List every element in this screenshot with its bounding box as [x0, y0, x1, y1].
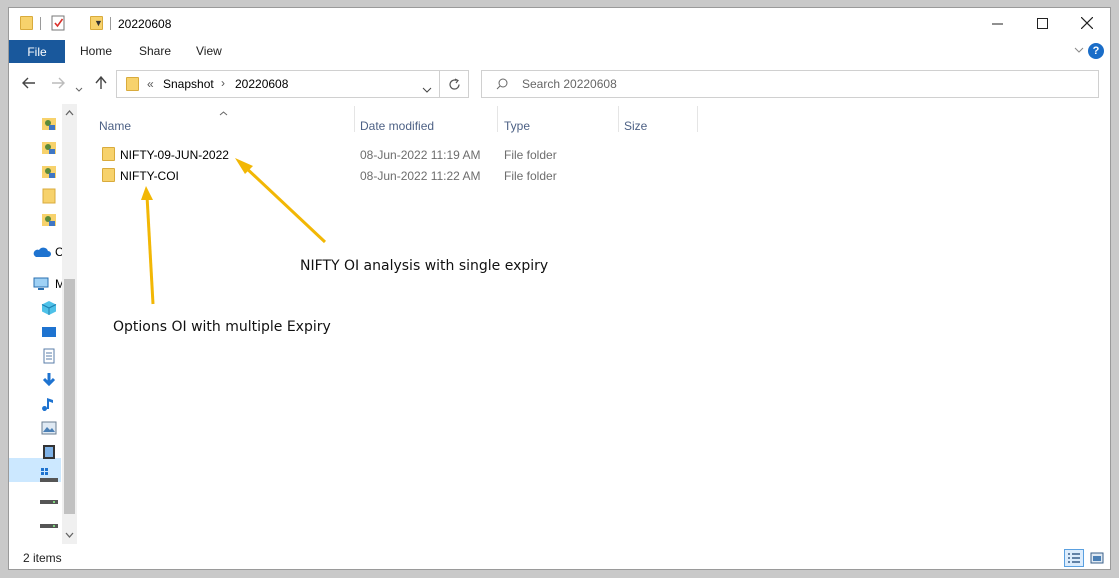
title-bar: ▼ 20220608: [9, 8, 1110, 40]
search-input[interactable]: Search 20220608: [522, 77, 617, 91]
folder-icon: [20, 16, 33, 30]
downloads-icon[interactable]: [41, 372, 57, 388]
item-count: 2 items: [23, 551, 62, 565]
file-list: Name Date modified Type Size NIFTY-09-JU…: [79, 104, 1109, 544]
drive-icon[interactable]: [39, 538, 59, 544]
title-separator: [40, 17, 41, 30]
properties-icon[interactable]: [51, 15, 66, 34]
tab-home[interactable]: Home: [80, 44, 112, 58]
file-type: File folder: [504, 169, 557, 183]
onedrive-icon[interactable]: [33, 244, 51, 260]
large-icons-view-button[interactable]: [1087, 549, 1107, 567]
3d-objects-icon[interactable]: [41, 300, 57, 316]
videos-icon[interactable]: [41, 444, 57, 460]
local-disk-icon[interactable]: [39, 468, 59, 484]
column-divider[interactable]: [497, 106, 498, 132]
pinned-folder-icon[interactable]: [41, 116, 57, 132]
address-dropdown-icon[interactable]: [422, 82, 432, 96]
maximize-button[interactable]: [1019, 8, 1065, 38]
scrollbar-thumb[interactable]: [64, 279, 75, 514]
overflow-chevron[interactable]: «: [147, 77, 154, 91]
scroll-down-icon[interactable]: [65, 532, 74, 538]
column-header-size[interactable]: Size: [624, 119, 647, 133]
tab-share[interactable]: Share: [139, 44, 171, 58]
navigation-pane: C M: [9, 104, 77, 544]
up-button[interactable]: [95, 75, 107, 94]
annotation-multiple-expiry: Options OI with multiple Expiry: [113, 319, 331, 335]
breadcrumb-20220608[interactable]: 20220608: [235, 77, 288, 91]
column-divider[interactable]: [618, 106, 619, 132]
drive-icon[interactable]: [39, 518, 59, 534]
arrow-to-nifty-09-jun: [235, 158, 327, 244]
window-title: 20220608: [118, 17, 172, 31]
navigation-bar: « Snapshot › 20220608 Search 20220608: [9, 68, 1110, 102]
desktop-icon[interactable]: [41, 324, 57, 340]
this-pc-icon[interactable]: [33, 276, 49, 292]
back-button[interactable]: [22, 76, 36, 93]
qa-dropdown-icon[interactable]: ▼: [94, 18, 103, 28]
details-view-button[interactable]: [1064, 549, 1084, 567]
address-bar[interactable]: « Snapshot › 20220608: [116, 70, 440, 98]
tab-view[interactable]: View: [196, 44, 222, 58]
nav-scrollbar[interactable]: [62, 104, 77, 544]
pictures-icon[interactable]: [41, 420, 57, 436]
refresh-button[interactable]: [440, 70, 469, 98]
search-box[interactable]: Search 20220608: [481, 70, 1099, 98]
minimize-button[interactable]: [974, 8, 1020, 38]
close-button[interactable]: [1064, 8, 1110, 38]
expand-ribbon-icon[interactable]: [1074, 43, 1084, 57]
tab-file[interactable]: File: [9, 40, 65, 63]
ribbon-tabs: File Home Share View ?: [9, 40, 1110, 63]
arrow-to-nifty-coi: [141, 186, 155, 305]
breadcrumb-snapshot[interactable]: Snapshot: [163, 77, 214, 91]
folder-icon: [126, 77, 139, 91]
music-icon[interactable]: [41, 396, 57, 412]
breadcrumb-separator-icon[interactable]: ›: [221, 76, 225, 90]
details-view-icon: [1068, 553, 1080, 563]
documents-icon[interactable]: [41, 348, 57, 364]
folder-icon[interactable]: [41, 188, 57, 204]
drive-icon[interactable]: [39, 494, 59, 510]
pinned-folder-icon[interactable]: [41, 140, 57, 156]
pinned-folder-icon[interactable]: [41, 164, 57, 180]
column-header-type[interactable]: Type: [504, 119, 530, 133]
recent-locations-icon[interactable]: [75, 79, 83, 96]
file-type: File folder: [504, 148, 557, 162]
explorer-window: ▼ 20220608 File Home Share View ? « Snap…: [8, 7, 1111, 570]
annotation-arrows: [141, 158, 327, 305]
search-icon: [496, 78, 508, 93]
title-separator: [110, 17, 111, 30]
column-divider[interactable]: [697, 106, 698, 132]
status-bar: 2 items: [9, 547, 1110, 569]
annotation-single-expiry: NIFTY OI analysis with single expiry: [300, 258, 549, 274]
pinned-folder-icon[interactable]: [41, 212, 57, 228]
scroll-up-icon[interactable]: [65, 110, 74, 116]
help-icon[interactable]: ?: [1088, 43, 1104, 59]
large-icons-view-icon: [1090, 552, 1104, 564]
forward-button[interactable]: [51, 76, 65, 93]
